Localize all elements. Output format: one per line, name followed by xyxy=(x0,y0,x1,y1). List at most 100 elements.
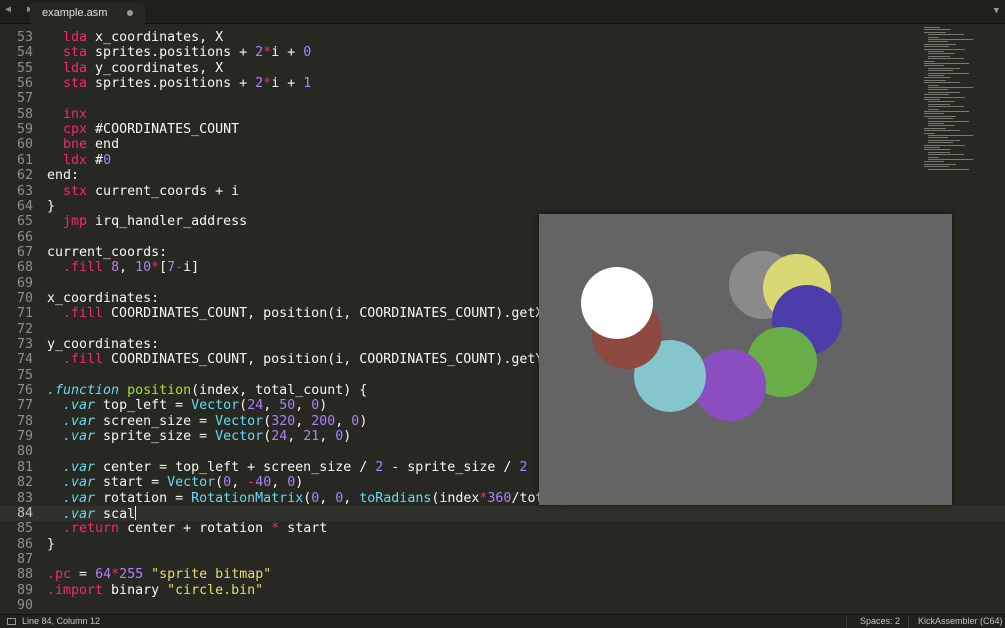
code-token: bne xyxy=(63,137,88,153)
code-token: 2 xyxy=(255,45,264,61)
code-token: , xyxy=(287,429,304,445)
code-token: 10 xyxy=(135,260,152,276)
code-line[interactable]: 61 ldx #0 xyxy=(0,153,1005,168)
panel-toggle-icon[interactable] xyxy=(7,618,16,625)
code-line[interactable]: 90 xyxy=(0,598,1005,613)
line-number: 70 xyxy=(16,290,33,306)
code-token: COORDINATES_COUNT, position(i, COORDINAT… xyxy=(103,306,560,322)
line-number: 58 xyxy=(16,106,33,122)
code-token: 24 xyxy=(271,429,288,445)
code-token: current_coords + i xyxy=(87,183,240,199)
minimap-line xyxy=(924,149,951,151)
code-token: , xyxy=(335,413,352,429)
code-token: 255 xyxy=(119,567,144,583)
line-number: 54 xyxy=(16,45,33,61)
minimap-line xyxy=(928,41,948,43)
code-token: , xyxy=(263,398,280,414)
code-line[interactable]: 62 end: xyxy=(0,168,1005,183)
code-line[interactable]: 63 stx current_coords + i xyxy=(0,184,1005,199)
code-line[interactable]: 60 bne end xyxy=(0,137,1005,152)
code-token: , xyxy=(319,429,336,445)
code-text: sta sprites.positions + 2*i + 1 xyxy=(47,76,311,91)
minimap-line xyxy=(928,168,969,170)
code-line[interactable]: 85 .return center + rotation * start xyxy=(0,521,1005,536)
unsaved-dot-icon[interactable] xyxy=(127,10,133,16)
code-text: stx current_coords + i xyxy=(47,184,239,199)
code-token: 320 xyxy=(271,413,296,429)
code-text: y_coordinates: xyxy=(47,337,159,352)
code-line[interactable]: 55 lda y_coordinates, X xyxy=(0,61,1005,76)
line-number: 87 xyxy=(16,551,33,567)
minimap-line xyxy=(928,87,973,88)
code-token: 360 xyxy=(487,490,512,506)
code-text: inx xyxy=(47,107,87,122)
status-bar: Line 84, Column 12 Spaces: 2 KickAssembl… xyxy=(0,614,1005,628)
minimap-line xyxy=(928,135,973,136)
code-line[interactable]: 64} xyxy=(0,199,1005,214)
code-token: 8 xyxy=(111,260,120,276)
minimap-line xyxy=(928,53,955,55)
line-number: 80 xyxy=(16,444,33,460)
tab-example-asm[interactable]: example.asm xyxy=(30,3,145,24)
minimap-line xyxy=(928,51,945,52)
minimap-line xyxy=(928,103,950,105)
code-text: .var screen_size = Vector(320, 200, 0) xyxy=(47,414,367,429)
code-token: Vector xyxy=(215,429,264,445)
syntax-selector[interactable]: KickAssembler (C64) xyxy=(918,616,1003,626)
minimap-line xyxy=(928,67,960,69)
minimap-line xyxy=(924,29,951,31)
code-token: 0 xyxy=(103,152,112,168)
code-token: .var xyxy=(63,398,96,414)
code-token: (index, total_count) { xyxy=(191,383,368,399)
line-number: 71 xyxy=(16,306,33,322)
code-line[interactable]: 89 .import binary "circle.bin" xyxy=(0,583,1005,598)
code-token: 2 xyxy=(519,459,528,475)
code-token: end: xyxy=(47,168,80,184)
tab-menu-icon[interactable]: ▼ xyxy=(994,6,999,16)
code-line[interactable]: 86} xyxy=(0,537,1005,552)
minimap-line xyxy=(928,108,939,110)
code-line[interactable]: 53 lda x_coordinates, X xyxy=(0,30,1005,45)
line-number: 79 xyxy=(16,429,33,445)
code-line[interactable]: 54 sta sprites.positions + 2*i + 0 xyxy=(0,45,1005,60)
minimap-line xyxy=(924,166,950,168)
code-token: sta xyxy=(63,45,88,61)
code-line[interactable]: 87 xyxy=(0,552,1005,567)
code-line[interactable]: 84 .var scal xyxy=(0,505,1005,522)
code-editor[interactable]: 53 lda x_coordinates, X 54 sta sprites.po… xyxy=(0,25,1005,614)
minimap-line xyxy=(924,115,956,117)
minimap[interactable] xyxy=(922,25,998,175)
code-line[interactable]: 88 .pc = 64*255 "sprite bitmap" xyxy=(0,567,1005,582)
code-token: COORDINATES_COUNT, position(i, COORDINAT… xyxy=(103,352,560,368)
indentation-setting[interactable]: Spaces: 2 xyxy=(860,616,900,626)
minimap-line xyxy=(928,70,954,72)
line-number: 60 xyxy=(16,137,33,153)
code-line[interactable]: 56 sta sprites.positions + 2*i + 1 xyxy=(0,76,1005,91)
code-token: inx xyxy=(63,106,88,122)
code-token: stx xyxy=(63,183,88,199)
code-token: i + xyxy=(271,76,304,92)
code-text: } xyxy=(47,199,55,214)
minimap-line xyxy=(928,159,973,160)
code-token: 1 xyxy=(303,76,312,92)
code-token: .var xyxy=(63,459,96,475)
code-token: , xyxy=(295,398,312,414)
tab-title: example.asm xyxy=(42,7,108,19)
minimap-line xyxy=(924,161,944,163)
code-token: = xyxy=(71,567,96,583)
code-token: (index xyxy=(431,490,480,506)
code-token: .return xyxy=(63,521,120,537)
line-number: 75 xyxy=(16,367,33,383)
code-token: [ xyxy=(159,260,168,276)
code-line[interactable]: 59 cpx #COORDINATES_COUNT xyxy=(0,122,1005,137)
code-line[interactable]: 58 inx xyxy=(0,107,1005,122)
code-token: sta xyxy=(63,76,88,92)
text-cursor xyxy=(135,505,137,520)
line-number: 65 xyxy=(16,214,33,230)
code-line[interactable]: 57 xyxy=(0,91,1005,106)
